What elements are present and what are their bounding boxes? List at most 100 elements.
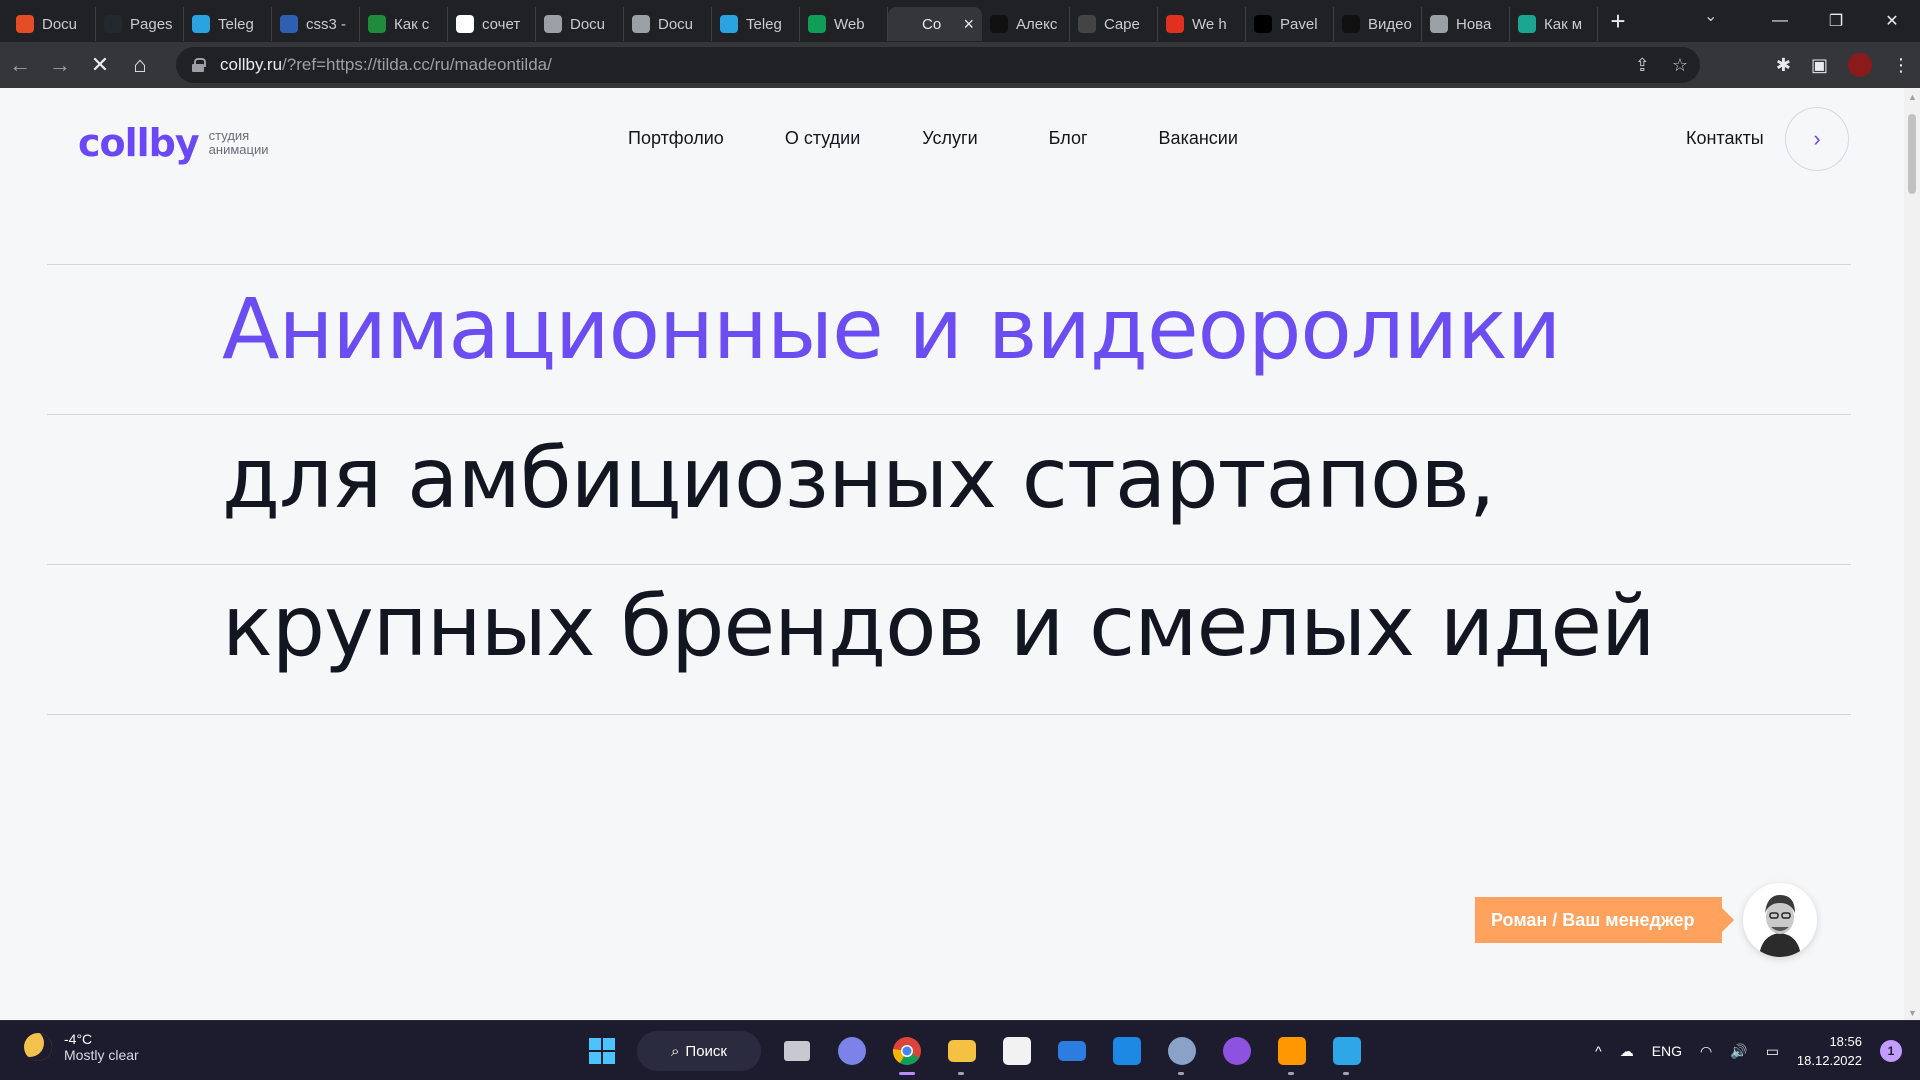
teams-chat-button[interactable] xyxy=(824,1031,879,1071)
mail-button[interactable] xyxy=(1044,1031,1099,1071)
page-scrollbar[interactable]: ▲ ▼ xyxy=(1904,88,1920,1020)
stop-loading-button[interactable]: ✕ xyxy=(80,45,120,85)
system-tray: ^ ☁ ENG ◠ 🔊 ▭ 18:56 18.12.2022 1 xyxy=(1595,1021,1902,1080)
minimize-button[interactable]: — xyxy=(1752,12,1808,30)
task-view-button[interactable] xyxy=(769,1031,824,1071)
weather-widget[interactable]: -4°C Mostly clear xyxy=(24,1031,139,1063)
browser-tab[interactable]: Нова xyxy=(1422,7,1510,41)
tab-title: Pavel xyxy=(1280,15,1318,33)
menu-kebab-icon[interactable]: ⋮ xyxy=(1892,55,1910,76)
folder-icon xyxy=(947,1040,976,1062)
forward-button[interactable]: → xyxy=(40,45,80,85)
github-desktop-button[interactable] xyxy=(1209,1031,1264,1071)
browser-tab[interactable]: Видео xyxy=(1334,7,1422,41)
chevron-up-icon[interactable]: ^ xyxy=(1595,1043,1602,1059)
browser-tab[interactable]: Pages xyxy=(96,7,184,41)
wifi-icon[interactable]: ◠ xyxy=(1700,1043,1712,1060)
lock-icon[interactable] xyxy=(192,58,206,72)
window-controls: — ❐ ✕ xyxy=(1752,0,1920,42)
tab-search-chevron-icon[interactable]: ⌄ xyxy=(1704,6,1717,26)
browser-tab[interactable]: сочет xyxy=(448,7,536,41)
hero-headline-accent: Анимационные и видеоролики xyxy=(222,280,1561,378)
browser-tab[interactable]: Docu xyxy=(624,7,712,41)
store-icon xyxy=(1002,1037,1031,1065)
task-view-icon xyxy=(783,1041,810,1061)
new-tab-button[interactable]: + xyxy=(1598,0,1638,42)
close-tab-icon[interactable]: × xyxy=(963,14,974,35)
scroll-up-arrow-icon[interactable]: ▲ xyxy=(1908,92,1917,102)
browser-tab[interactable]: Co × xyxy=(888,7,982,41)
manager-chat-label[interactable]: Роман / Ваш менеджер xyxy=(1475,897,1735,943)
browser-tab[interactable]: Cape xyxy=(1070,7,1158,41)
file-explorer-button[interactable] xyxy=(934,1031,989,1075)
nav-contacts[interactable]: Контакты xyxy=(1686,128,1764,149)
l-app-button[interactable] xyxy=(1099,1031,1154,1071)
browser-tab[interactable]: css3 - xyxy=(272,7,360,41)
bookmark-star-icon[interactable]: ☆ xyxy=(1672,55,1688,76)
browser-tab[interactable]: Docu xyxy=(536,7,624,41)
search-icon: ⌕ xyxy=(671,1042,680,1060)
tab-title: Нова xyxy=(1456,15,1492,33)
moon-weather-icon xyxy=(24,1033,52,1061)
chrome-taskbar-button[interactable] xyxy=(879,1031,934,1075)
restore-button[interactable]: ❐ xyxy=(1808,11,1864,31)
browser-tab[interactable]: Как с xyxy=(360,7,448,41)
windows-taskbar: -4°C Mostly clear ⌕ Поиск ^ ☁ ENG ◠ 🔊 ▭ … xyxy=(0,1020,1920,1080)
clock[interactable]: 18:56 18.12.2022 xyxy=(1797,1032,1862,1070)
battery-icon[interactable]: ▭ xyxy=(1766,1043,1779,1060)
notification-badge[interactable]: 1 xyxy=(1880,1040,1902,1062)
logo-subtitle: студия анимации xyxy=(209,129,269,157)
github-icon xyxy=(1222,1037,1251,1065)
scrollbar-thumb[interactable] xyxy=(1908,114,1916,194)
home-button[interactable]: ⌂ xyxy=(120,45,160,85)
browser-tab[interactable]: Docu xyxy=(8,7,96,41)
tab-title: сочет xyxy=(482,15,521,33)
side-panel-icon[interactable]: ▣ xyxy=(1811,55,1828,76)
browser-tab[interactable]: Алекс xyxy=(982,7,1070,41)
photos-button[interactable] xyxy=(1319,1031,1374,1075)
address-bar[interactable]: collby.ru/?ref=https://tilda.cc/ru/madeo… xyxy=(176,47,1700,83)
loading-icon xyxy=(896,15,914,33)
square-icon xyxy=(1254,15,1272,33)
share-icon[interactable]: ⇪ xyxy=(1635,55,1650,76)
taskbar-apps: ⌕ Поиск xyxy=(574,1031,1374,1075)
sublime-button[interactable] xyxy=(1264,1031,1319,1075)
back-button[interactable]: ← xyxy=(0,45,40,85)
tab-strip: Docu Pages Teleg css3 - Как с сочет Docu Docu Te… xyxy=(0,0,1920,42)
main-navigation: Портфолио О студии Услуги Блог Вакансии xyxy=(628,128,1238,149)
site-logo[interactable]: collby студия анимации xyxy=(78,121,268,165)
language-indicator[interactable]: ENG xyxy=(1652,1043,1682,1059)
divider-line xyxy=(47,414,1851,415)
divider-line xyxy=(47,564,1851,565)
browser-tab[interactable]: Как м xyxy=(1510,7,1598,41)
nav-about[interactable]: О студии xyxy=(785,128,860,149)
logo-subtitle-line-1: студия xyxy=(208,128,250,143)
site-icon xyxy=(990,15,1008,33)
tab-title: Web xyxy=(834,15,865,33)
onedrive-icon[interactable]: ☁ xyxy=(1620,1043,1634,1060)
browser-tab[interactable]: Teleg xyxy=(184,7,272,41)
browser-tab[interactable]: We h xyxy=(1158,7,1246,41)
toolbar-actions: ✱ ▣ ⋮ xyxy=(1776,42,1910,88)
nav-portfolio[interactable]: Портфолио xyxy=(628,128,724,149)
start-button[interactable] xyxy=(574,1031,629,1071)
volume-icon[interactable]: 🔊 xyxy=(1730,1043,1747,1060)
contacts-arrow-button[interactable]: › xyxy=(1785,107,1849,171)
extensions-icon[interactable]: ✱ xyxy=(1776,55,1791,76)
browser-tab[interactable]: Pavel xyxy=(1246,7,1334,41)
browser-tab[interactable]: Web xyxy=(800,7,888,41)
nav-blog[interactable]: Блог xyxy=(1049,128,1088,149)
nav-services[interactable]: Услуги xyxy=(922,128,977,149)
store-button[interactable] xyxy=(989,1031,1044,1071)
close-window-button[interactable]: ✕ xyxy=(1864,11,1920,31)
nav-vacancies[interactable]: Вакансии xyxy=(1159,128,1238,149)
gear-icon xyxy=(1167,1037,1196,1065)
logo-subtitle-line-2: анимации xyxy=(208,142,269,157)
manager-avatar[interactable] xyxy=(1743,883,1817,957)
sublime-icon xyxy=(1277,1037,1306,1065)
browser-tab[interactable]: Teleg xyxy=(712,7,800,41)
settings-button[interactable] xyxy=(1154,1031,1209,1075)
taskbar-search[interactable]: ⌕ Поиск xyxy=(637,1031,761,1071)
profile-avatar[interactable] xyxy=(1848,53,1872,77)
scroll-down-arrow-icon[interactable]: ▼ xyxy=(1908,1008,1917,1018)
